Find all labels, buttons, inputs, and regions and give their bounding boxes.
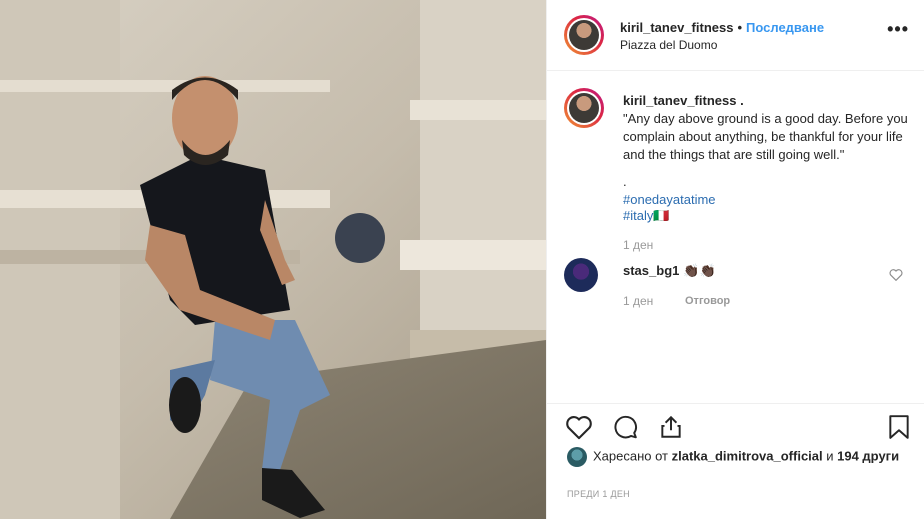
comment-text: 👏🏿👏🏿 (683, 263, 716, 278)
author-username[interactable]: kiril_tanev_fitness (620, 20, 733, 35)
liker-avatar[interactable] (567, 447, 587, 467)
caption-avatar[interactable] (564, 88, 604, 128)
likes-summary: Харесано от zlatka_dimitrova_official и … (567, 447, 907, 467)
likes-middle: и (822, 448, 838, 464)
more-options-icon[interactable]: ••• (887, 20, 909, 38)
photo-illustration (0, 0, 546, 519)
header-user-line: kiril_tanev_fitness • Последване (620, 20, 824, 35)
actions-bar: Харесано от zlatka_dimitrova_official и … (547, 403, 924, 520)
post-photo[interactable] (0, 0, 546, 519)
heart-icon[interactable] (565, 414, 593, 445)
comment-line: stas_bg1 👏🏿👏🏿 (623, 263, 716, 279)
caption-separator: . (623, 174, 627, 189)
comment-like-heart-icon[interactable] (889, 268, 903, 286)
likes-prefix: Харесано от (593, 448, 672, 464)
commenter-username[interactable]: stas_bg1 (623, 263, 679, 278)
post-side-panel: kiril_tanev_fitness • Последване Piazza de… (546, 0, 924, 519)
caption-timestamp: 1 ден (623, 238, 654, 252)
post-timestamp: ПРЕДИ 1 ДЕН (567, 489, 630, 499)
hashtag-link[interactable]: #onedayatatime (623, 192, 716, 207)
share-icon[interactable] (657, 414, 685, 445)
comment-timestamp: 1 ден (623, 294, 654, 308)
caption-username-suffix: . (736, 93, 744, 108)
post-header: kiril_tanev_fitness • Последване Piazza de… (547, 0, 924, 71)
author-avatar[interactable] (564, 15, 604, 55)
liker-username[interactable]: zlatka_dimitrova_official (672, 448, 823, 463)
caption-username[interactable]: kiril_tanev_fitness (623, 93, 736, 108)
commenter-avatar[interactable] (564, 258, 598, 292)
reply-button[interactable]: Отговор (685, 295, 730, 307)
caption-username-line: kiril_tanev_fitness . (623, 93, 744, 108)
follow-button[interactable]: Последване (746, 20, 824, 35)
header-dot: • (737, 20, 743, 35)
caption-text: "Any day above ground is a good day. Bef… (623, 111, 908, 162)
location-link[interactable]: Piazza del Duomo (620, 38, 717, 52)
hashtag-link[interactable]: #italy🇮🇹 (623, 208, 670, 224)
comment-icon[interactable] (611, 414, 639, 445)
bookmark-icon[interactable] (887, 414, 911, 445)
likes-others[interactable]: 194 други (837, 448, 899, 463)
